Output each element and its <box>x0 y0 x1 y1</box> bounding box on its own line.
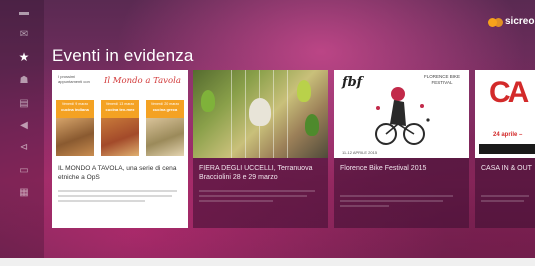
event-description <box>340 195 463 207</box>
mail-icon[interactable]: ✉ <box>18 30 30 40</box>
chat-icon[interactable]: ▬ <box>18 8 30 18</box>
event-card[interactable]: FIERA DEGLI UCCELLI, Terranuova Bracciol… <box>193 70 328 228</box>
bottom-strip <box>0 258 535 266</box>
app-screen: ▬ ✉ ★ ☗ ▤ ◀ ⊲ ▭ ▦ Eventi in evidenza sic… <box>0 0 535 258</box>
brand-logo-icon <box>488 18 504 28</box>
dish-panel: Venerdì 13 marzo cucina tex-mex <box>101 100 139 156</box>
event-title: IL MONDO A TAVOLA, una serie di cena etn… <box>58 165 177 181</box>
event-description <box>58 190 182 202</box>
event-thumbnail: fbf FLORENCE BIKE FESTIVAL 11-12 APRILE … <box>334 70 469 158</box>
brand-logo: sicreo <box>488 16 534 30</box>
dish-panel: Venerdì 20 marzo cucina greca <box>146 100 184 156</box>
event-card[interactable]: CA 24 aprile – CASA IN & OUT <box>475 70 535 228</box>
fbf-date: 11-12 APRILE 2015 <box>342 150 378 155</box>
event-card[interactable]: fbf FLORENCE BIKE FESTIVAL 11-12 APRILE … <box>334 70 469 228</box>
card-icon[interactable]: ▭ <box>18 166 30 176</box>
event-description <box>199 190 322 202</box>
event-thumbnail: CA 24 aprile – <box>475 70 535 158</box>
event-caption: Florence Bike Festival 2015 <box>334 158 469 228</box>
event-caption: FIERA DEGLI UCCELLI, Terranuova Bracciol… <box>193 158 328 228</box>
event-caption: IL MONDO A TAVOLA, una serie di cena etn… <box>52 158 188 228</box>
event-title: FIERA DEGLI UCCELLI, Terranuova Bracciol… <box>199 165 313 181</box>
promo-brand: Il Mondo a Tavola <box>104 76 181 86</box>
brand-name: sicreo <box>505 16 535 27</box>
promo-heading: I prossimi appuntamenti con <box>58 74 90 84</box>
sidebar: ▬ ✉ ★ ☗ ▤ ◀ ⊲ ▭ ▦ <box>0 0 44 258</box>
event-description <box>481 195 529 202</box>
event-thumbnail <box>193 70 328 158</box>
event-date: 24 aprile – <box>493 132 523 138</box>
share-icon[interactable]: ⊲ <box>18 143 30 153</box>
section-title: Eventi in evidenza <box>52 46 194 65</box>
dish-panel: Venerdì 9 marzo cucina indiana <box>56 100 94 156</box>
event-card[interactable]: I prossimi appuntamenti con Il Mondo a T… <box>52 70 188 228</box>
megaphone-icon[interactable]: ◀ <box>18 121 30 131</box>
event-title: Florence Bike Festival 2015 <box>340 165 427 172</box>
cyclist-illustration <box>375 87 430 145</box>
calendar-icon[interactable]: ▦ <box>18 188 30 198</box>
event-thumbnail: I prossimi appuntamenti con Il Mondo a T… <box>52 70 188 158</box>
document-icon[interactable]: ▤ <box>18 99 30 109</box>
people-icon[interactable]: ☗ <box>18 76 30 86</box>
event-caption: CASA IN & OUT <box>475 158 535 228</box>
casa-logo: CA <box>489 76 529 109</box>
event-title: CASA IN & OUT <box>481 165 532 172</box>
star-icon[interactable]: ★ <box>18 51 30 63</box>
